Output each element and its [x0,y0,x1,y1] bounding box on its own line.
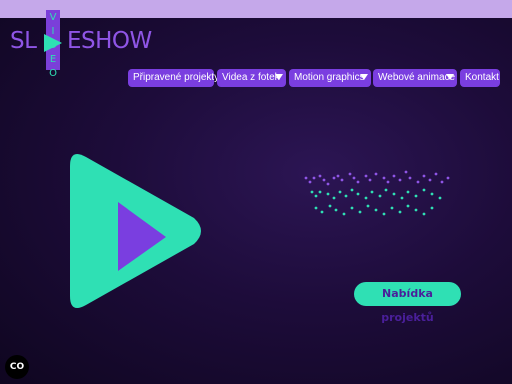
nav-item-kontakt[interactable]: Kontakt [460,69,500,87]
nav-item-label: Motion graphics [294,72,365,83]
chevron-down-icon [446,74,454,80]
nav-item-motion-graphics[interactable]: Motion graphics [289,69,371,87]
logo-text-start: SL [10,28,37,54]
logo[interactable]: SL VIDEO ESHOW [8,10,158,79]
nav-item-label: Webové animace [378,72,456,83]
projects-offer-button[interactable]: Nabídka projektů [354,282,461,324]
cookie-icon: CO [9,362,25,372]
nav-item-label: Videa z fotek [222,72,280,83]
nav-item-label: Kontakt [465,72,499,83]
nav-item-videa-z-fotek[interactable]: Videa z fotek [217,69,286,87]
nav-item-webove-animace[interactable]: Webové animace [373,69,457,87]
nav-item-pripravene-projekty[interactable]: Připravené projekty [128,69,219,87]
nav-item-label: Připravené projekty [133,72,220,83]
play-icon[interactable] [66,148,206,314]
chevron-down-icon [360,74,368,80]
cookie-settings-button[interactable]: CO [5,355,29,379]
logo-text-end: ESHOW [67,28,152,54]
projects-offer-label: Nabídka projektů [381,287,434,324]
dotted-animated-text [304,170,450,216]
logo-play-icon [44,34,62,52]
chevron-down-icon [275,74,283,80]
